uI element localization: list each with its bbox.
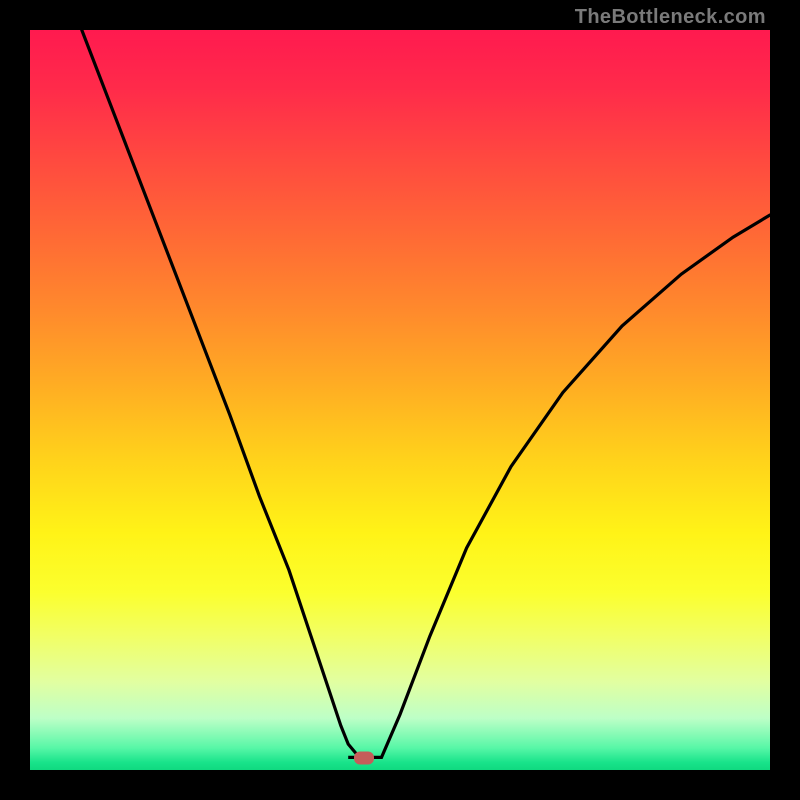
bottleneck-curve-path [82, 30, 770, 757]
plot-area [30, 30, 770, 770]
curve-svg [30, 30, 770, 770]
watermark-text: TheBottleneck.com [575, 6, 766, 29]
chart-frame: TheBottleneck.com [0, 0, 800, 800]
minimum-marker [354, 752, 374, 765]
